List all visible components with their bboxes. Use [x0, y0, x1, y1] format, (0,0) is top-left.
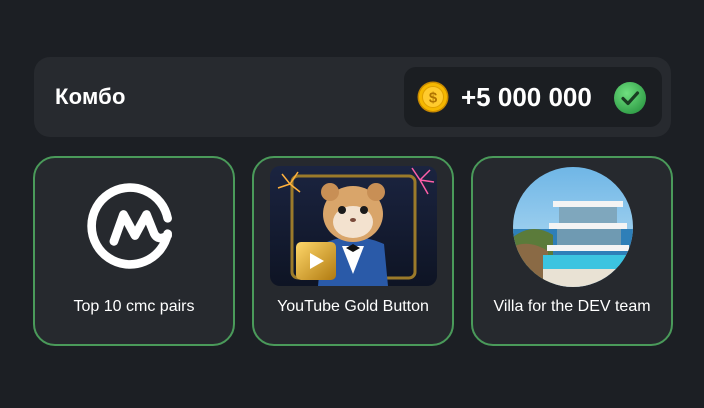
combo-reward: $ +5 000 000 — [404, 67, 662, 127]
dollar-coin-icon: $ — [417, 81, 449, 113]
card-label: Villa for the DEV team — [493, 298, 651, 315]
reward-amount: +5 000 000 — [461, 82, 592, 112]
combo-card-villa[interactable]: Villa for the DEV team — [471, 156, 673, 346]
combo-card-youtube[interactable]: YouTube Gold Button — [252, 156, 454, 346]
checkmark-icon — [614, 82, 646, 114]
combo-bar: Комбо $ +5 000 000 — [34, 57, 671, 137]
card-label: YouTube Gold Button — [277, 298, 429, 315]
modern-seaside-villa — [513, 167, 633, 287]
coinmarketcap-logo — [87, 183, 172, 269]
combo-title: Комбо — [55, 84, 126, 109]
hamster-with-gold-play-button — [270, 166, 437, 286]
svg-text:$: $ — [429, 90, 438, 107]
combo-card-cmc[interactable]: Top 10 cmc pairs — [33, 156, 235, 346]
card-label: Top 10 cmc pairs — [73, 298, 195, 315]
